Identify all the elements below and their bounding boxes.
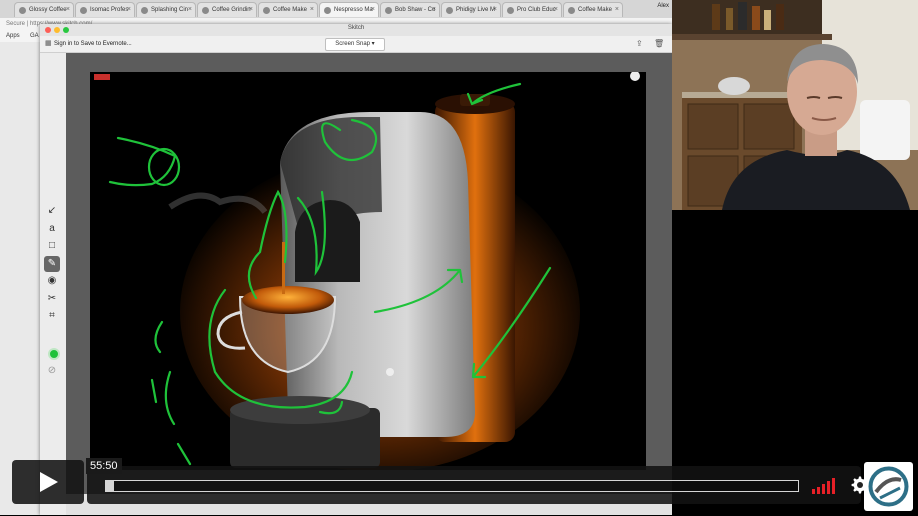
skitch-window: Skitch ▦ Sign in to Save to Evernote... … [40,24,672,515]
play-button[interactable] [12,460,84,504]
pen-icon[interactable]: ✎ [44,255,60,272]
crop-icon[interactable]: ✂ [44,291,60,307]
evernote-signin-link[interactable]: Sign in to Save to Evernote... [54,41,132,47]
tab-close-icon[interactable]: × [493,3,497,17]
no-fill-icon[interactable]: ⊘ [44,363,60,379]
tab-label: Splashing Cin [151,7,189,13]
text-icon[interactable]: a [44,221,60,237]
bookmark-ga[interactable]: GA [30,33,39,39]
browser-tab[interactable]: Coffee Make × [563,2,623,17]
tab-label: Coffee Make [273,7,307,13]
pixelate-icon[interactable]: ◉ [44,273,60,289]
tab-label: Bob Shaw - Co [395,7,436,13]
volume-icon[interactable] [812,478,840,494]
play-icon [40,472,58,492]
tab-label: Glossy Coffee [29,7,67,13]
tab-favicon-icon [202,7,209,14]
tab-label: Coffee Grindin [212,7,251,13]
browser-tab[interactable]: Nespresso Ma × [319,2,379,17]
tab-label: Phidigy Live M [456,7,496,13]
annotated-image[interactable] [90,72,646,470]
tab-close-icon[interactable]: × [66,3,70,17]
tab-favicon-icon [446,7,453,14]
screen-snap-label: Screen Snap [335,41,370,47]
tab-favicon-icon [263,7,270,14]
vimeo-watermark-logo[interactable] [864,462,913,511]
tab-favicon-icon [507,7,514,14]
tab-favicon-icon [141,7,148,14]
tab-favicon-icon [80,7,87,14]
screen-snap-button[interactable]: Screen Snap ▾ [325,38,385,51]
browser-tab[interactable]: Phidigy Live M × [441,2,501,17]
tab-close-icon[interactable]: × [371,3,375,17]
screen-recording: Glossy Coffee × Isomac Profes × Splashing Ci… [0,0,672,515]
grid-icon[interactable]: ▦ [45,39,52,47]
tab-label: Isomac Profes [90,7,129,13]
presenter-photo [672,0,918,210]
progress-fill [106,481,115,491]
tab-close-icon[interactable]: × [310,3,314,17]
browser-tab[interactable]: Splashing Cin × [136,2,196,17]
browser-tab[interactable]: Isomac Profes × [75,2,135,17]
browser-tab[interactable]: Glossy Coffee × [14,2,74,17]
share-icon[interactable]: ⇪ [636,39,643,48]
tab-strip: Glossy Coffee × Isomac Profes × Splashing Ci… [0,0,672,19]
tab-favicon-icon [385,7,392,14]
arrow-icon[interactable]: ↙ [44,203,60,219]
browser-tab[interactable]: Coffee Grindin × [197,2,257,17]
browser-tab[interactable]: Bob Shaw - Co × [380,2,440,17]
color-picker-button[interactable] [48,348,60,360]
espresso-machine-illustration [90,72,646,470]
browser-tab[interactable]: Coffee Make × [258,2,318,17]
profile-name[interactable]: Alex [657,3,669,9]
progress-bar[interactable] [105,480,799,492]
skitch-titlebar: Skitch [40,24,672,36]
tab-favicon-icon [568,7,575,14]
tab-close-icon[interactable]: × [188,3,192,17]
trash-icon[interactable]: 🗑 [654,39,664,48]
tab-close-icon[interactable]: × [249,3,253,17]
tab-close-icon[interactable]: × [432,3,436,17]
tab-close-icon[interactable]: × [615,3,619,17]
tab-close-icon[interactable]: × [127,3,131,17]
bookmark-apps[interactable]: Apps [6,33,20,39]
canvas-frame [66,53,672,515]
tab-label: Coffee Make [578,7,612,13]
tool-palette: ↙ a □ ✎ ◉ ✂ ⌗ ⊘ [40,53,67,515]
tab-favicon-icon [19,7,26,14]
brand-logo-icon [868,466,909,507]
time-display: 55:50 [86,458,122,474]
tab-close-icon[interactable]: × [554,3,558,17]
skitch-toolbar: ▦ Sign in to Save to Evernote... Screen … [40,36,672,53]
presenter-webcam [672,0,918,210]
browser-tab[interactable]: Pro Club Educ × [502,2,562,17]
tab-favicon-icon [324,7,331,14]
window-title: Skitch [347,25,365,31]
resize-icon[interactable]: ⌗ [44,308,60,324]
tab-label: Nespresso Ma [334,7,373,13]
rectangle-icon[interactable]: □ [44,238,60,254]
tab-label: Pro Club Educ [517,7,556,13]
